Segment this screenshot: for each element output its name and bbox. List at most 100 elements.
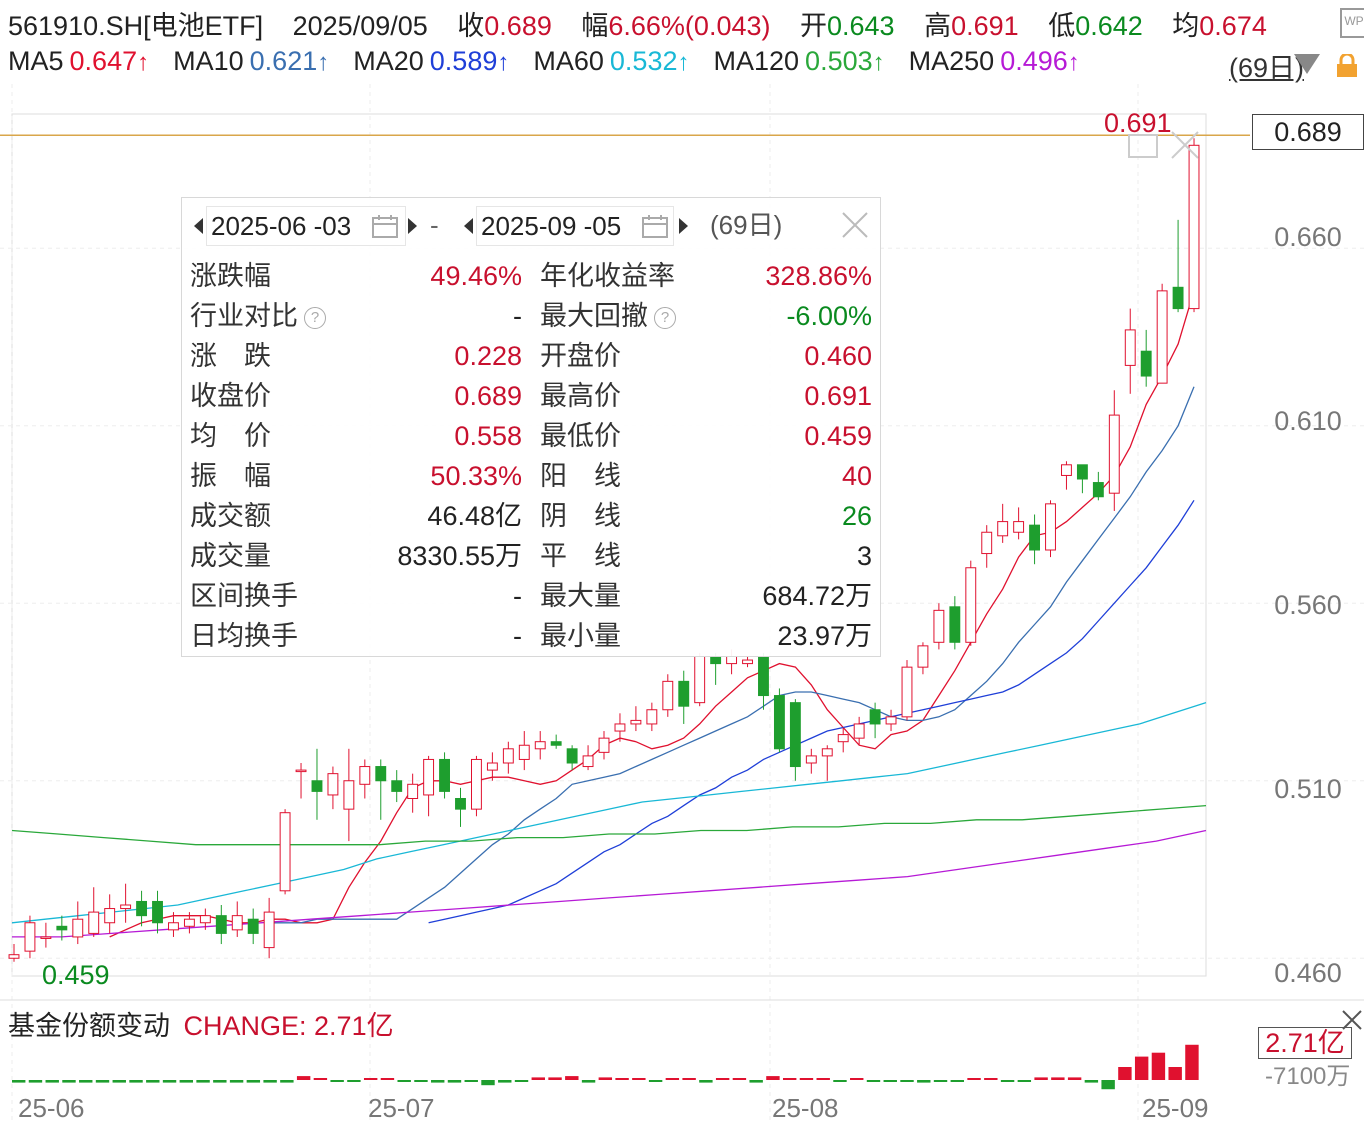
- candle[interactable]: [88, 887, 100, 937]
- candle[interactable]: [439, 752, 450, 799]
- ma-legend-item[interactable]: MA20 0.589↑: [353, 46, 521, 76]
- restore-window-icon[interactable]: [1128, 134, 1158, 158]
- stat-value: 0.689: [454, 381, 522, 411]
- quote-date: 2025/09/05: [292, 11, 428, 41]
- candle[interactable]: [455, 787, 466, 827]
- candle[interactable]: [582, 745, 594, 771]
- candle[interactable]: [327, 766, 339, 810]
- candle[interactable]: [1172, 219, 1184, 313]
- candle[interactable]: [646, 702, 658, 732]
- candle[interactable]: [1108, 390, 1120, 511]
- candle[interactable]: [1156, 283, 1168, 384]
- candle[interactable]: [423, 755, 435, 817]
- ma-legend-item[interactable]: MA120 0.503↑: [713, 46, 896, 76]
- end-next-arrow-icon[interactable]: [679, 218, 688, 234]
- candle[interactable]: [917, 642, 929, 675]
- calendar-icon[interactable]: [642, 214, 668, 238]
- price-tick-label: 0.560: [1274, 590, 1342, 620]
- candle[interactable]: [630, 706, 642, 732]
- ma-legend-item[interactable]: MA60 0.532↑: [533, 46, 701, 76]
- candle[interactable]: [391, 770, 403, 803]
- close-panel-icon[interactable]: [840, 210, 870, 240]
- candle[interactable]: [152, 890, 163, 934]
- stat-value: 684.72万: [762, 581, 872, 611]
- candle[interactable]: [231, 901, 243, 937]
- dropdown-chevron-icon[interactable]: [1294, 54, 1320, 74]
- candle[interactable]: [965, 560, 977, 646]
- candle[interactable]: [694, 652, 706, 707]
- candle[interactable]: [885, 709, 897, 732]
- candle[interactable]: [407, 773, 419, 813]
- candle[interactable]: [949, 596, 961, 650]
- candle[interactable]: [1092, 471, 1104, 501]
- calendar-icon[interactable]: [372, 214, 398, 238]
- candle[interactable]: [821, 745, 833, 781]
- candle-body: [1140, 350, 1152, 377]
- candle[interactable]: [742, 656, 753, 668]
- candle[interactable]: [8, 944, 20, 962]
- candle[interactable]: [773, 688, 785, 753]
- lock-icon[interactable]: [1334, 52, 1360, 78]
- candle[interactable]: [662, 674, 674, 717]
- stat-row: 涨 跌 0.228 开盘价 0.460: [182, 336, 880, 376]
- candle[interactable]: [678, 670, 690, 724]
- range-stats-panel: 2025-06 -03 - 2025-09 -05 (69日) 涨跌幅 49.46…: [181, 197, 881, 657]
- candle[interactable]: [215, 905, 227, 945]
- candle[interactable]: [789, 699, 801, 781]
- candle[interactable]: [758, 652, 769, 710]
- candle[interactable]: [279, 809, 291, 895]
- candle[interactable]: [598, 731, 610, 760]
- candle[interactable]: [343, 748, 355, 842]
- candle[interactable]: [24, 915, 36, 959]
- ma-legend-item[interactable]: MA5 0.647↑: [8, 46, 161, 76]
- candle[interactable]: [614, 713, 626, 742]
- sub-close-icon[interactable]: [1340, 1008, 1364, 1032]
- candle[interactable]: [136, 890, 148, 927]
- candle[interactable]: [550, 734, 562, 749]
- start-next-arrow-icon[interactable]: [408, 218, 417, 234]
- period-select[interactable]: (69日): [1229, 46, 1304, 85]
- start-prev-arrow-icon[interactable]: [194, 218, 203, 234]
- candle[interactable]: [1188, 138, 1200, 313]
- candle[interactable]: [997, 503, 1009, 543]
- share-change-bar: [766, 1076, 780, 1080]
- candle[interactable]: [1124, 308, 1136, 394]
- ma-legend-item[interactable]: MA250 0.496↑: [909, 46, 1092, 76]
- candle[interactable]: [1061, 461, 1072, 490]
- candle[interactable]: [359, 759, 371, 799]
- candle[interactable]: [120, 883, 132, 923]
- share-change-bar: [1034, 1077, 1048, 1080]
- candle[interactable]: [518, 731, 530, 771]
- price-tick-label: 0.460: [1274, 958, 1342, 988]
- candle[interactable]: [710, 652, 722, 685]
- candle[interactable]: [805, 748, 817, 774]
- share-change-bar: [363, 1078, 378, 1080]
- candle[interactable]: [104, 894, 116, 934]
- end-prev-arrow-icon[interactable]: [464, 218, 473, 234]
- candle[interactable]: [311, 748, 323, 820]
- candle[interactable]: [375, 759, 387, 820]
- candle-body: [710, 656, 722, 665]
- candle[interactable]: [486, 752, 498, 781]
- ma-legend-item[interactable]: MA10 0.621↑: [173, 46, 341, 76]
- candle[interactable]: [534, 731, 546, 760]
- candle[interactable]: [263, 897, 275, 959]
- candle[interactable]: [1013, 507, 1025, 540]
- help-icon[interactable]: ?: [304, 306, 326, 329]
- help-icon[interactable]: ?: [654, 306, 676, 329]
- close-icon[interactable]: [1168, 128, 1202, 162]
- candle[interactable]: [1045, 500, 1056, 558]
- candle[interactable]: [1140, 329, 1152, 387]
- candle[interactable]: [502, 741, 514, 774]
- candle[interactable]: [566, 745, 578, 771]
- candle[interactable]: [72, 901, 84, 945]
- candle[interactable]: [1076, 464, 1088, 494]
- candle[interactable]: [247, 908, 259, 945]
- candle[interactable]: [981, 525, 993, 568]
- candle[interactable]: [40, 922, 52, 948]
- candle[interactable]: [901, 660, 913, 721]
- candle[interactable]: [470, 755, 482, 817]
- candle[interactable]: [1029, 514, 1041, 565]
- candle[interactable]: [933, 603, 945, 650]
- date-tick-label: 25-08: [772, 1093, 839, 1123]
